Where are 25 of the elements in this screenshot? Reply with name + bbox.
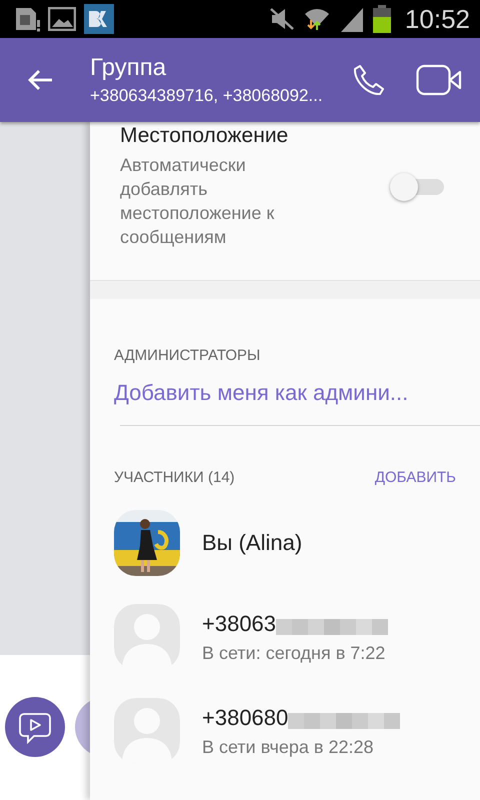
battery-icon: [372, 5, 391, 33]
last-seen-status: В сети: сегодня в 7:22: [202, 642, 386, 664]
clock: 10:52: [404, 4, 470, 34]
section-header: АДМИНИСТРАТОРЫ: [114, 347, 262, 364]
wifi-icon: [302, 6, 331, 32]
add-member-button[interactable]: ДОБАВИТЬ: [374, 468, 456, 486]
member-name: +38063: [202, 610, 276, 636]
section-header: УЧАСТНИКИ (14): [114, 468, 235, 486]
chat-title: Группа: [90, 54, 168, 82]
setting-description: Автоматически добавлять местоположение к сообщениям: [120, 154, 276, 249]
member-name: +380680: [202, 704, 288, 730]
back-button[interactable]: [26, 68, 54, 92]
signal-icon: [338, 6, 365, 32]
setting-title: Местоположение: [120, 124, 290, 148]
play-bubble-icon: [18, 710, 52, 744]
sim-card-icon: [14, 6, 40, 32]
image-icon: [48, 7, 76, 31]
call-button[interactable]: [352, 63, 386, 97]
member-name: Вы (Alina): [202, 530, 302, 556]
muted-speaker-icon: [268, 7, 295, 31]
last-seen-status: В сети вчера в 22:28: [202, 736, 374, 758]
make-admin-link[interactable]: Добавить меня как админи...: [114, 380, 408, 406]
video-call-button[interactable]: [416, 64, 462, 96]
app-logo-icon: [84, 4, 114, 34]
participants-subtitle: +380634389716, +38068092...: [90, 86, 324, 106]
